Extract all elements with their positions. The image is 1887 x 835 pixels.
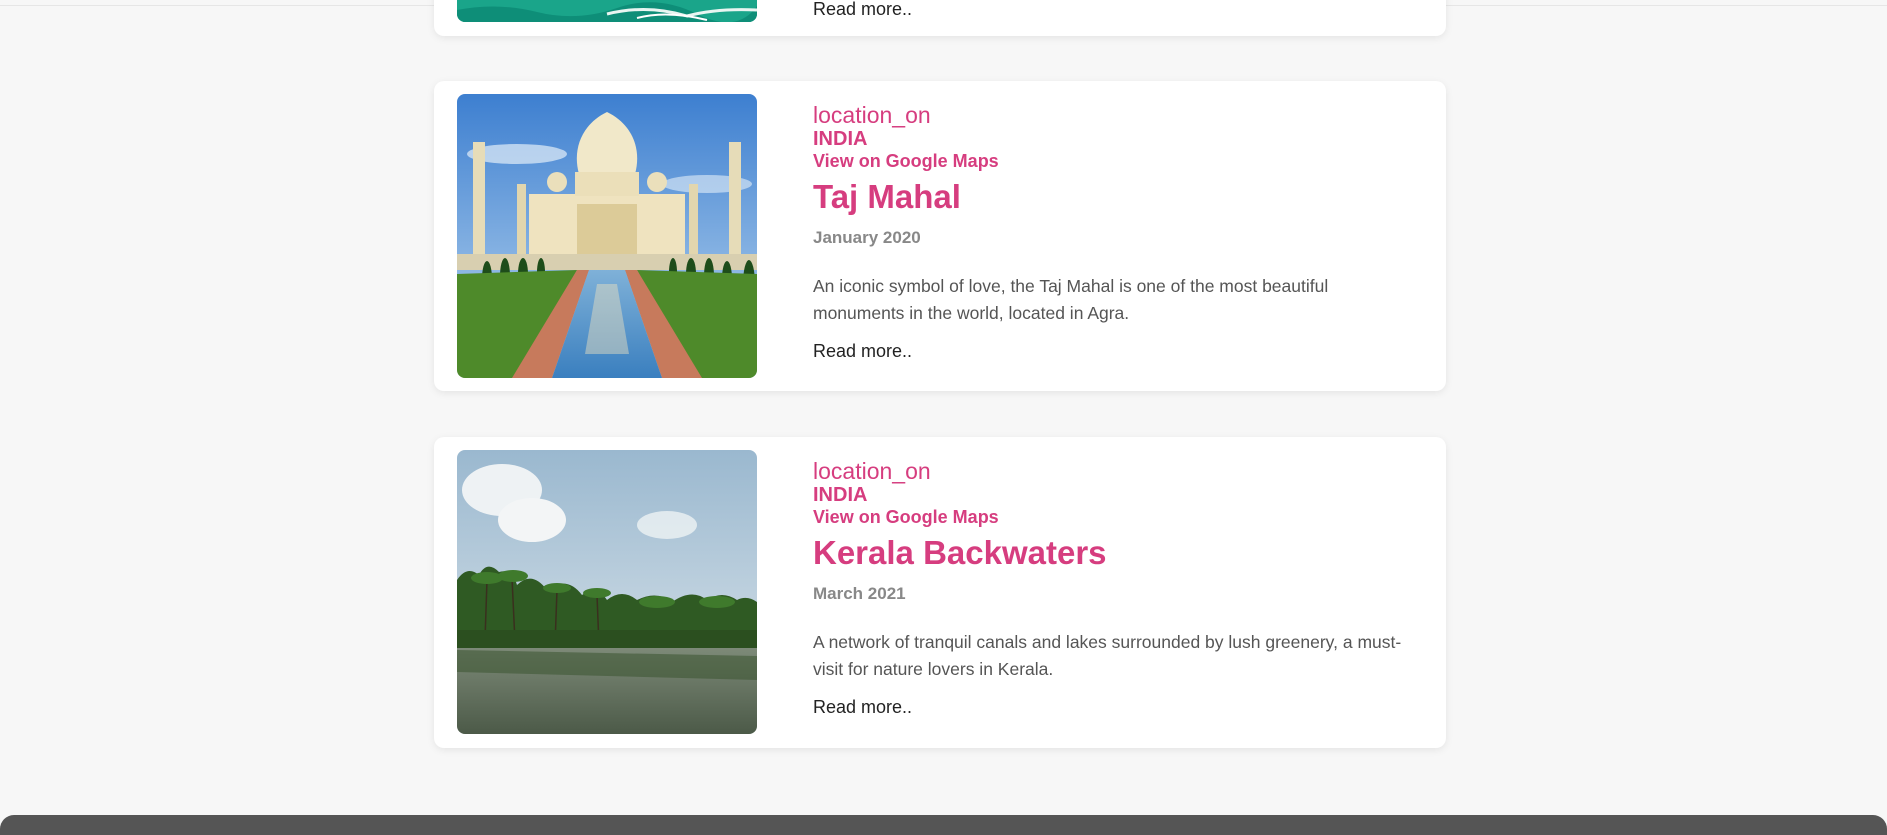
taj-mahal-image — [457, 94, 757, 378]
read-more-link[interactable]: Read more.. — [813, 340, 1406, 362]
read-more-link[interactable]: Read more.. — [813, 0, 1406, 20]
destination-description: An iconic symbol of love, the Taj Mahal … — [813, 276, 1329, 323]
kerala-backwaters-image — [457, 450, 757, 734]
destination-photo — [457, 450, 757, 734]
destination-title: Taj Mahal — [813, 178, 961, 215]
footer — [0, 815, 1887, 835]
beach-image — [457, 0, 757, 22]
location-icon: location_on — [813, 102, 931, 128]
visit-date: March 2021 — [813, 584, 906, 603]
page: Read more.. location_on INDIA View on Go… — [0, 0, 1887, 835]
destination-title: Kerala Backwaters — [813, 534, 1107, 571]
destination-card: location_on INDIA View on Google Maps Ke… — [434, 437, 1446, 748]
card-info: location_on INDIA View on Google Maps Ke… — [813, 458, 1406, 718]
country-label: INDIA — [813, 484, 868, 506]
read-more-link[interactable]: Read more.. — [813, 696, 1406, 718]
google-maps-link[interactable]: View on Google Maps — [813, 506, 1406, 528]
destination-description: A network of tranquil canals and lakes s… — [813, 632, 1402, 679]
country-label: INDIA — [813, 128, 868, 150]
destination-photo — [457, 94, 757, 378]
destination-card: location_on INDIA View on Google Maps Ta… — [434, 81, 1446, 391]
card-info: location_on INDIA View on Google Maps Ta… — [813, 102, 1406, 362]
destination-photo — [457, 0, 757, 22]
location-icon: location_on — [813, 458, 931, 484]
google-maps-link[interactable]: View on Google Maps — [813, 150, 1406, 172]
visit-date: January 2020 — [813, 228, 921, 247]
card-info: Read more.. — [813, 0, 1406, 20]
destination-card: Read more.. — [434, 0, 1446, 36]
